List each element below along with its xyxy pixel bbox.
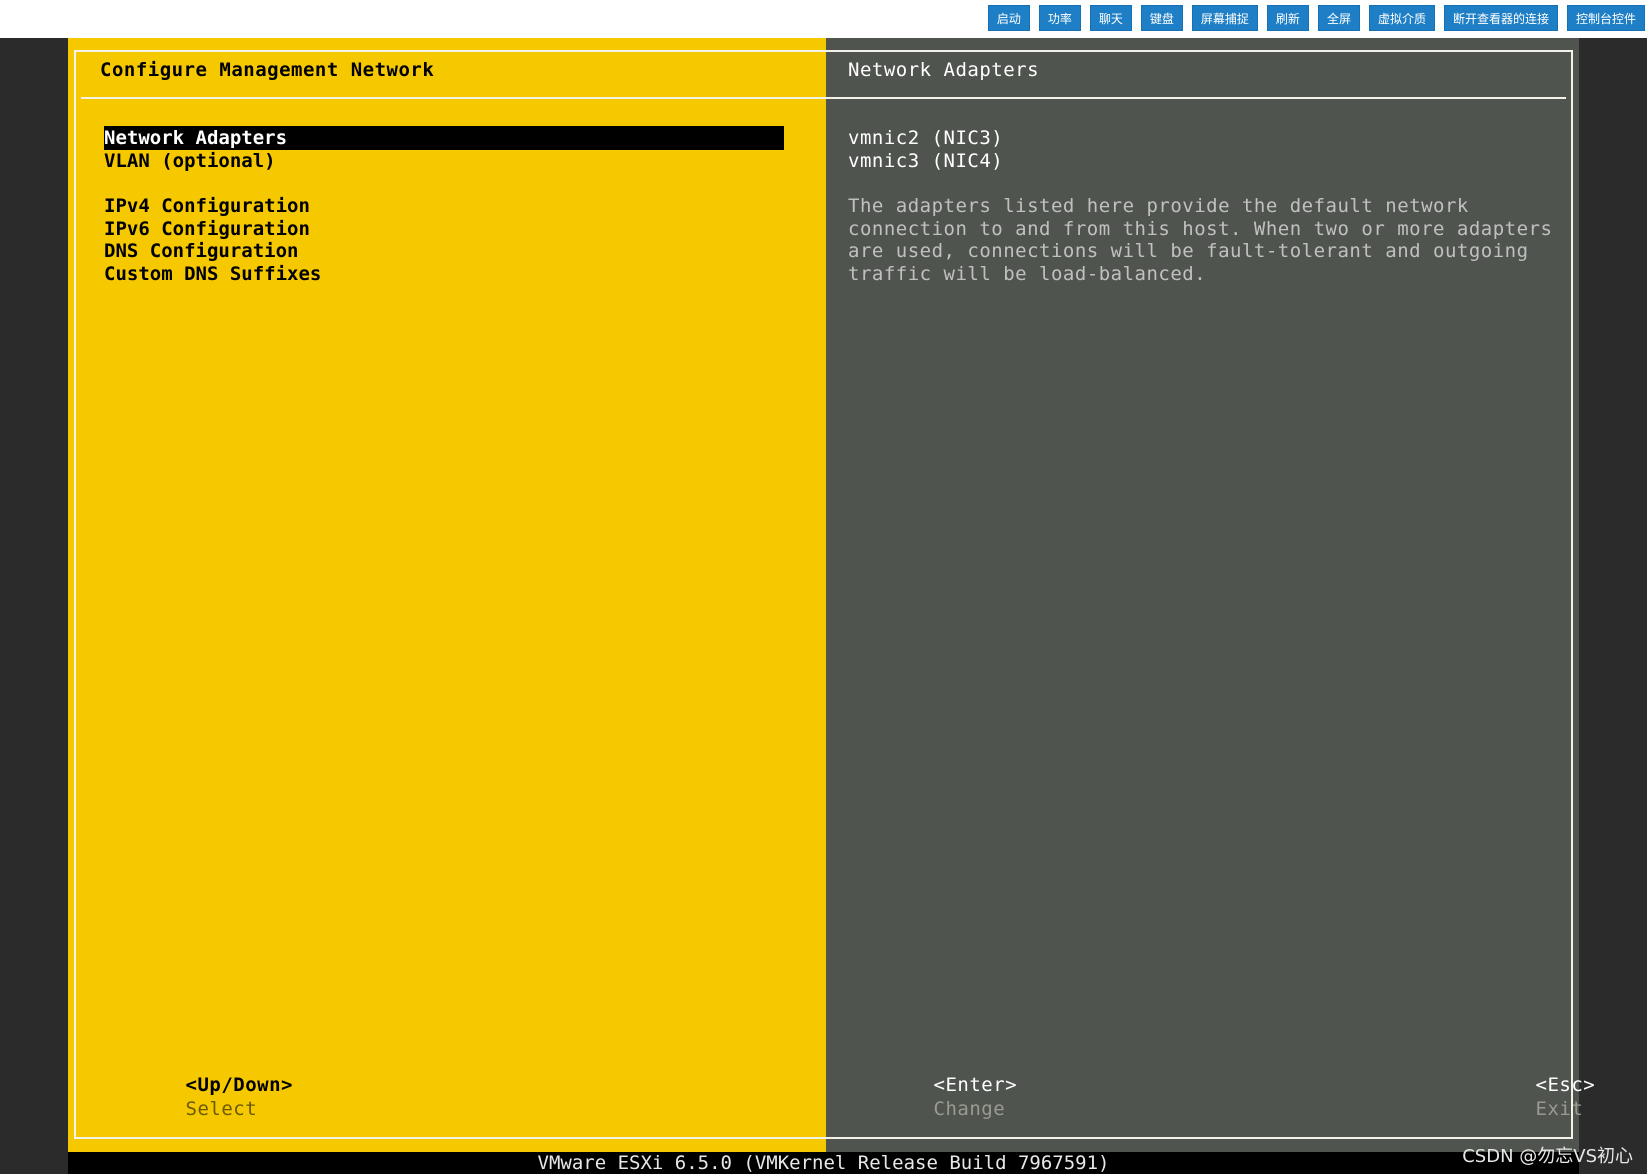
console-controls-button[interactable]: 控制台控件 [1566, 5, 1645, 31]
screen-capture-button[interactable]: 屏幕捕捉 [1191, 5, 1258, 31]
menu-item-network-adapters[interactable]: Network Adapters [104, 126, 784, 150]
adapter-item: vmnic2 (NIC3) [848, 127, 1004, 149]
power-on-button[interactable]: 启动 [987, 5, 1030, 31]
menu-item-ipv6[interactable]: IPv6 Configuration [104, 217, 310, 241]
description-line: traffic will be load-balanced. [848, 263, 1207, 285]
right-pane-title: Network Adapters [848, 59, 1040, 81]
left-pane: Configure Management Network Network Ada… [68, 38, 826, 1152]
fullscreen-button[interactable]: 全屏 [1317, 5, 1360, 31]
menu-item-custom-dns-suffixes[interactable]: Custom DNS Suffixes [104, 262, 321, 286]
refresh-button[interactable]: 刷新 [1266, 5, 1309, 31]
viewer-toolbar: 启动 功率 聊天 键盘 屏幕捕捉 刷新 全屏 虚拟介质 断开查看器的连接 控制台… [0, 0, 1647, 38]
description-line: The adapters listed here provide the def… [848, 195, 1469, 217]
menu-item-dns[interactable]: DNS Configuration [104, 239, 298, 263]
menu-item-ipv4[interactable]: IPv4 Configuration [104, 194, 310, 218]
frame-border-top [74, 50, 1573, 52]
left-pane-title: Configure Management Network [100, 59, 435, 81]
remote-console[interactable]: Configure Management Network Network Ada… [0, 38, 1647, 1174]
menu-item-vlan[interactable]: VLAN (optional) [104, 149, 276, 173]
virtual-media-button[interactable]: 虚拟介质 [1368, 5, 1435, 31]
disconnect-viewer-button[interactable]: 断开查看器的连接 [1443, 5, 1558, 31]
description-line: are used, connections will be fault-tole… [848, 240, 1529, 262]
enter-key-hint: <Enter> [933, 1074, 1018, 1096]
status-bar: VMware ESXi 6.5.0 (VMKernel Release Buil… [68, 1152, 1579, 1174]
chat-button[interactable]: 聊天 [1089, 5, 1132, 31]
left-footer: <Up/Down> Select [90, 1049, 293, 1145]
description-line: connection to and from this host. When t… [848, 218, 1553, 240]
up-down-key-hint: <Up/Down> [185, 1074, 293, 1096]
esxi-dcui-screen: Configure Management Network Network Ada… [68, 38, 1595, 1174]
select-action-hint: Select [185, 1098, 258, 1120]
frame-border-left [74, 50, 76, 1139]
toolbar-buttons: 启动 功率 聊天 键盘 屏幕捕捉 刷新 全屏 虚拟介质 断开查看器的连接 控制台… [987, 5, 1645, 31]
enter-footer: <Enter> Change [838, 1049, 1017, 1145]
frame-divider [81, 97, 1566, 99]
frame-border-bottom [74, 1137, 1573, 1139]
keyboard-button[interactable]: 键盘 [1140, 5, 1183, 31]
watermark: CSDN @勿忘VS初心 [1462, 1146, 1633, 1167]
exit-action-hint: Exit [1535, 1098, 1584, 1120]
change-action-hint: Change [933, 1098, 1006, 1120]
power-button[interactable]: 功率 [1038, 5, 1081, 31]
esc-key-hint: <Esc> [1535, 1074, 1596, 1096]
right-pane: Network Adapters vmnic2 (NIC3) vmnic3 (N… [826, 38, 1595, 1152]
frame-border-right [1571, 50, 1573, 1139]
adapter-item: vmnic3 (NIC4) [848, 150, 1004, 172]
